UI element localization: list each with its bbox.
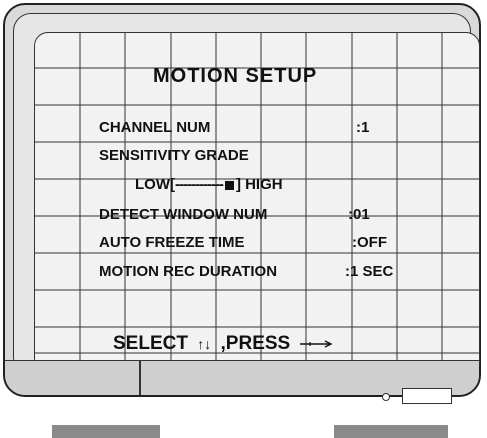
detect-window-num-value[interactable]: :01	[348, 206, 370, 223]
footer-hint: SELECT ↑↓ ,PRESS	[113, 333, 334, 355]
up-down-arrows-icon: ↑↓	[197, 336, 212, 352]
slider-knob[interactable]	[224, 180, 234, 190]
sensitivity-slider[interactable]: LOW[------------ ] HIGH	[135, 176, 283, 193]
slider-track: ------------	[174, 176, 224, 193]
right-foot	[334, 425, 448, 438]
left-foot	[52, 425, 160, 438]
slider-high-label: ] HIGH	[235, 176, 283, 193]
sensitivity-grade-label[interactable]: SENSITIVITY GRADE	[99, 147, 249, 164]
monitor-bezel: MOTION SETUP CHANNEL NUM :1 SENSITIVITY …	[13, 13, 480, 375]
motion-rec-duration-label[interactable]: MOTION REC DURATION	[99, 263, 277, 280]
auto-freeze-time-value[interactable]: :OFF	[352, 234, 387, 251]
front-slot	[402, 388, 452, 404]
motion-rec-duration-value[interactable]: :1 SEC	[345, 263, 393, 280]
enter-icon	[299, 340, 333, 348]
crt-monitor: MOTION SETUP CHANNEL NUM :1 SENSITIVITY …	[3, 3, 481, 397]
select-label: SELECT	[113, 333, 188, 354]
power-led-icon	[382, 393, 390, 401]
channel-num-label[interactable]: CHANNEL NUM	[99, 119, 210, 136]
base-divider	[139, 361, 141, 395]
detect-window-num-label[interactable]: DETECT WINDOW NUM	[99, 206, 267, 223]
slider-low-label: LOW[	[135, 176, 175, 193]
control-panel	[360, 381, 470, 411]
press-label: ,PRESS	[220, 333, 291, 354]
auto-freeze-time-label[interactable]: AUTO FREEZE TIME	[99, 234, 245, 251]
channel-num-value[interactable]: :1	[356, 119, 369, 136]
osd-screen: MOTION SETUP CHANNEL NUM :1 SENSITIVITY …	[34, 32, 480, 374]
page-title: MOTION SETUP	[153, 65, 318, 87]
